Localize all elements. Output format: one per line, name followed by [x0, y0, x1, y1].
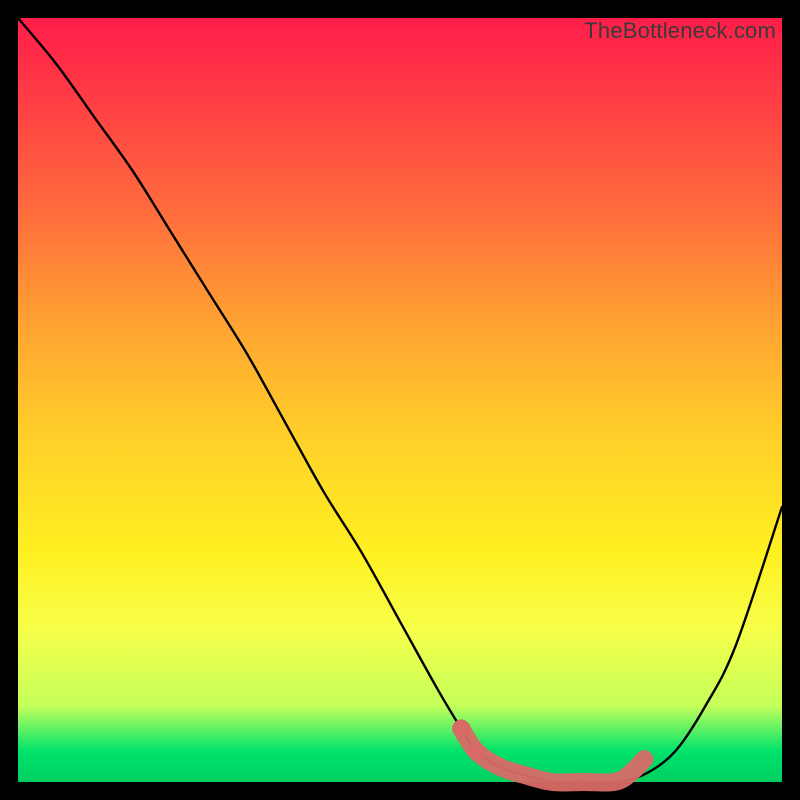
highlight-band: [461, 729, 644, 783]
highlight-dot-2: [467, 742, 485, 760]
highlight-dot-1: [452, 720, 470, 738]
chart-frame: TheBottleneck.com: [18, 18, 782, 782]
watermark-label: TheBottleneck.com: [584, 18, 776, 44]
bottleneck-curve: [18, 18, 782, 783]
bottleneck-curve-svg: [18, 18, 782, 782]
